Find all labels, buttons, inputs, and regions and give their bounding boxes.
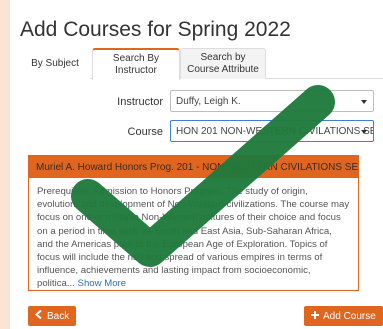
- course-description-text: Prerequisite: Admission to Honors Progra…: [37, 186, 350, 290]
- course-details-panel: Muriel A. Howard Honors Prog. 201 - NON-…: [28, 155, 359, 291]
- tab-search-by-course-attribute[interactable]: Search by Course Attribute: [180, 48, 266, 79]
- chevron-down-icon: [361, 100, 367, 104]
- course-value: HON 201 NON-WESTERN CIVILATIONS SEMINAR: [176, 125, 373, 137]
- add-course-button-label: Add Course: [323, 310, 376, 322]
- tab-by-subject[interactable]: By Subject: [20, 48, 90, 79]
- show-more-link[interactable]: Show More: [78, 278, 127, 289]
- back-button-label: Back: [47, 310, 70, 322]
- tab-search-by-instructor[interactable]: Search By Instructor: [92, 48, 180, 80]
- chevron-left-icon: [34, 309, 43, 322]
- instructor-label: Instructor: [117, 96, 163, 108]
- back-button[interactable]: Back: [28, 306, 77, 326]
- add-course-button[interactable]: Add Course: [304, 306, 383, 326]
- search-tabs: By Subject Search By Instructor Search b…: [20, 48, 383, 80]
- course-select[interactable]: HON 201 NON-WESTERN CIVILATIONS SEMINAR: [170, 120, 374, 142]
- instructor-value: Duffy, Leigh K.: [176, 95, 241, 107]
- plus-icon: [311, 310, 319, 322]
- course-label: Course: [127, 126, 163, 138]
- course-header: Muriel A. Howard Honors Prog. 201 - NON-…: [29, 156, 358, 178]
- course-description: Prerequisite: Admission to Honors Progra…: [29, 178, 358, 298]
- chevron-down-icon: [361, 130, 367, 134]
- page-title: Add Courses for Spring 2022: [20, 18, 291, 41]
- instructor-select[interactable]: Duffy, Leigh K.: [170, 90, 374, 112]
